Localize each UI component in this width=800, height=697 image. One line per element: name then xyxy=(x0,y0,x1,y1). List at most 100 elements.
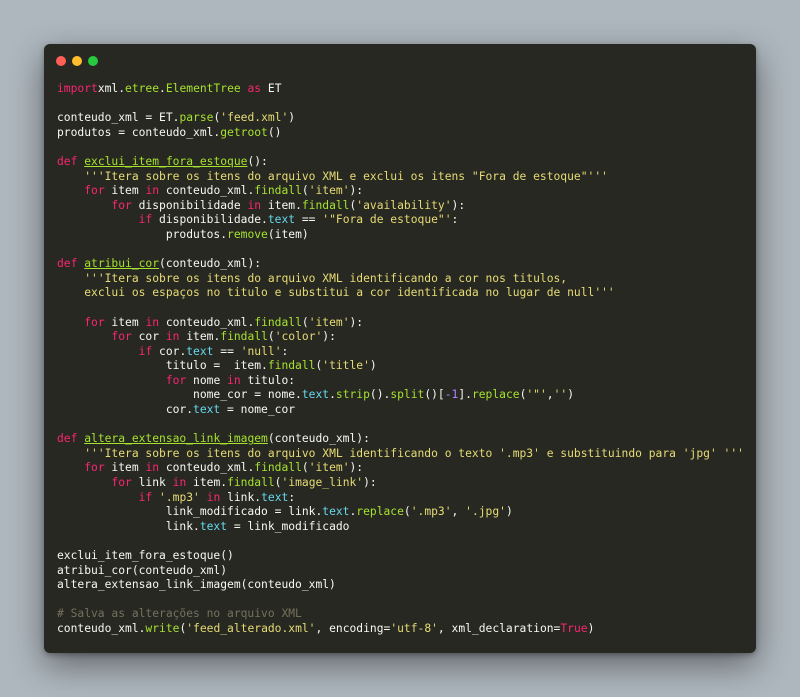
code-token: cor xyxy=(131,330,166,344)
code-token: 'image_link' xyxy=(281,476,364,490)
code-line: link.text = link_modificado xyxy=(57,520,744,535)
code-token: produtos = conteudo_xml. xyxy=(57,125,221,139)
code-token: : xyxy=(288,490,296,504)
code-token: findall xyxy=(254,315,302,329)
code-token: produtos. xyxy=(57,227,228,241)
code-token: findall xyxy=(301,198,350,212)
code-line: def altera_extensao_link_imagem(conteudo… xyxy=(57,432,744,447)
code-token: item. xyxy=(261,198,302,212)
code-token: text xyxy=(267,213,296,227)
code-token: '.jpg' xyxy=(465,505,506,519)
code-token: exclui_item_fora_estoque() xyxy=(57,549,234,562)
code-token: getroot xyxy=(220,125,268,139)
code-token: 'item' xyxy=(308,315,350,329)
code-token: -1 xyxy=(444,388,459,402)
code-token: link_modificado = link. xyxy=(57,505,323,519)
code-token: import xyxy=(57,82,98,95)
code-token: ) xyxy=(288,111,296,125)
code-token: in xyxy=(206,490,221,504)
code-token: . xyxy=(329,388,336,402)
code-token: 'item' xyxy=(308,184,350,198)
code-token: item xyxy=(104,184,146,198)
code-token: in xyxy=(247,198,262,212)
code-token: def xyxy=(57,154,78,168)
code-token: ): xyxy=(349,315,364,329)
code-line: exclui os espaços no titulo e substitui … xyxy=(57,286,744,301)
code-token: findall xyxy=(254,184,302,198)
code-token: # Salva as alterações no arquivo XML xyxy=(57,607,302,621)
code-line: '''Itera sobre os itens do arquivo XML i… xyxy=(57,272,744,287)
code-token: altera_extensao_link_imagem xyxy=(84,432,268,446)
code-line: conteudo_xml.write('feed_alterado.xml', … xyxy=(57,622,744,637)
code-token: '''Itera sobre os itens do arquivo XML i… xyxy=(84,446,744,460)
code-token: '"' xyxy=(526,388,547,402)
code-token: ElementTree xyxy=(165,82,241,95)
maximize-light xyxy=(88,56,98,66)
code-block: importxml.etree.ElementTree as ET conteud… xyxy=(57,82,744,637)
code-token: (). xyxy=(369,388,391,402)
code-line: titulo = item.findall('title') xyxy=(57,359,744,374)
code-token: for xyxy=(84,315,105,329)
code-token: def xyxy=(57,432,78,446)
code-token: (): xyxy=(247,154,268,168)
code-line: cor.text = nome_cor xyxy=(57,403,744,418)
code-token: atribui_cor(conteudo_xml) xyxy=(57,563,228,577)
code-token: : xyxy=(451,213,459,227)
code-token: conteudo_xml. xyxy=(159,184,255,198)
code-token: '.mp3' xyxy=(159,490,200,504)
code-line: for link in item.findall('image_link'): xyxy=(57,476,744,491)
code-line: if '.mp3' in link.text: xyxy=(57,491,744,506)
code-token: in xyxy=(165,330,180,344)
code-token: == xyxy=(295,213,323,227)
code-token: findall xyxy=(227,476,275,490)
code-token: split xyxy=(390,388,425,402)
code-token: ET xyxy=(261,82,282,95)
code-line: def atribui_cor(conteudo_xml): xyxy=(57,257,744,272)
code-token: . xyxy=(159,82,166,95)
code-token: ) xyxy=(505,505,513,519)
code-line: produtos = conteudo_xml.getroot() xyxy=(57,126,744,141)
code-token: '''Itera sobre os itens do arquivo XML e… xyxy=(84,169,608,183)
code-token: nome xyxy=(186,373,228,387)
code-token: '' xyxy=(553,388,568,402)
code-token: link xyxy=(131,476,173,490)
code-token: as xyxy=(247,82,262,95)
code-token: (conteudo_xml): xyxy=(267,432,370,446)
code-token: ): xyxy=(349,461,364,475)
code-token: remove xyxy=(227,227,268,241)
code-token: write xyxy=(145,621,180,635)
code-token: disponibilidade. xyxy=(152,213,268,227)
code-token: 'null' xyxy=(240,344,282,358)
code-token: nome_cor = nome. xyxy=(57,388,302,402)
code-token: '''Itera sobre os itens do arquivo XML i… xyxy=(84,271,568,285)
code-token: 'availability' xyxy=(356,198,452,212)
code-token: 'title' xyxy=(322,359,370,373)
code-token: ( xyxy=(301,315,309,329)
code-token: strip xyxy=(335,388,370,402)
code-token: conteudo_xml. xyxy=(159,461,255,475)
code-token: cor. xyxy=(152,344,187,358)
code-line: link_modificado = link.text.replace('.mp… xyxy=(57,505,744,520)
code-token: link. xyxy=(220,490,262,504)
code-token: text xyxy=(261,490,289,504)
code-token: exclui os espaços no titulo e substitui … xyxy=(84,286,615,300)
code-token: ) xyxy=(369,359,377,373)
code-token: , xyxy=(451,505,466,519)
code-line: if cor.text == 'null': xyxy=(57,345,744,360)
code-line: nome_cor = nome.text.strip().split()[-1]… xyxy=(57,388,744,403)
code-token: ): xyxy=(451,198,466,212)
close-light xyxy=(56,56,66,66)
code-token: cor. xyxy=(57,403,194,417)
code-line: for item in conteudo_xml.findall('item')… xyxy=(57,461,744,476)
code-token: ( xyxy=(301,184,309,198)
